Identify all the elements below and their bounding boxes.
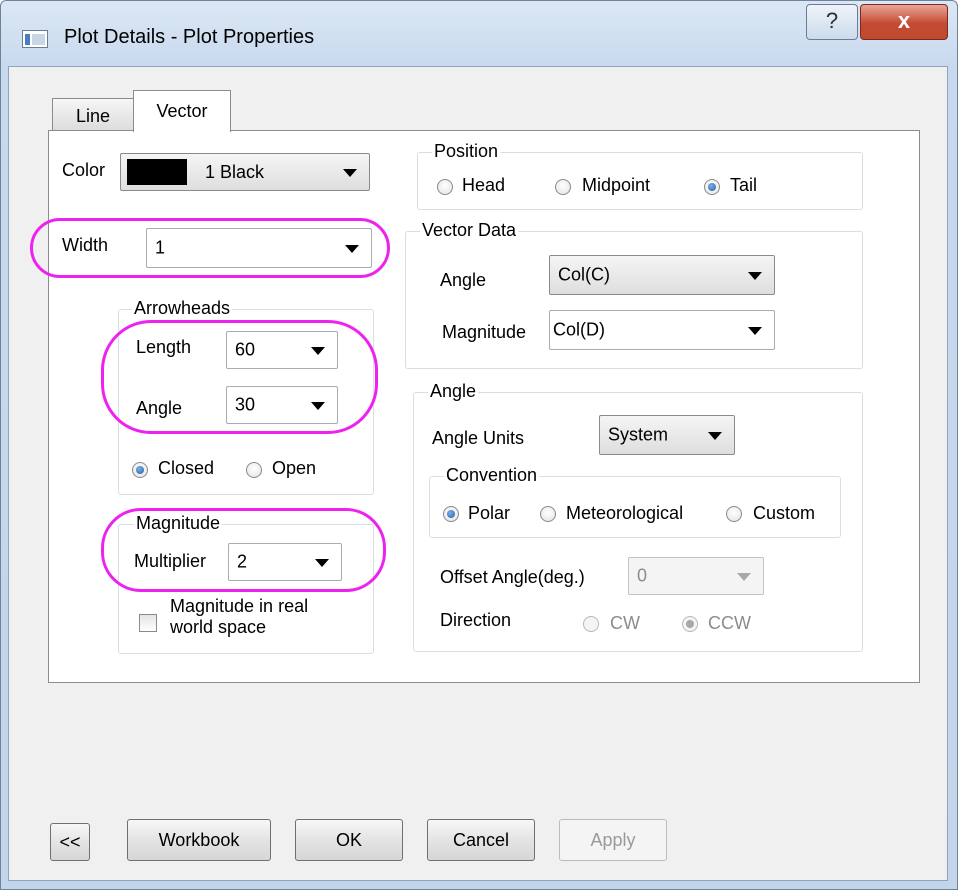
tab-vector[interactable]: Vector: [133, 90, 231, 132]
chevron-down-icon: [748, 327, 762, 335]
convention-title: Convention: [444, 465, 540, 486]
cancel-button[interactable]: Cancel: [427, 819, 535, 861]
apply-button[interactable]: Apply: [559, 819, 667, 861]
vector-data-title: Vector Data: [420, 220, 519, 241]
open-radio-label: Open: [272, 458, 317, 478]
polar-radio-label: Polar: [468, 503, 511, 523]
meteorological-radio-label: Meteorological: [566, 503, 684, 523]
vector-angle-label: Angle: [440, 270, 487, 290]
offset-angle-value: 0: [637, 565, 648, 586]
realworld-line2: world space: [170, 617, 267, 637]
angle-units-value: System: [608, 424, 669, 445]
color-value: 1 Black: [205, 162, 265, 182]
collapse-button[interactable]: <<: [50, 823, 90, 861]
magnitude-real-world-label: Magnitude in real world space: [170, 596, 308, 638]
chevron-down-icon: [343, 169, 357, 177]
color-swatch: [127, 159, 187, 185]
cw-radio[interactable]: [583, 616, 599, 632]
workbook-button[interactable]: Workbook: [127, 819, 271, 861]
chevron-down-icon: [708, 432, 722, 440]
close-button[interactable]: x: [860, 4, 948, 40]
arrowheads-title: Arrowheads: [132, 298, 233, 319]
vector-magnitude-value: Col(D): [553, 319, 605, 340]
chevron-down-icon: [748, 272, 762, 280]
ccw-radio-label: CCW: [708, 613, 751, 633]
color-dropdown[interactable]: 1 Black: [120, 153, 370, 191]
realworld-line1: Magnitude in real: [170, 596, 309, 616]
custom-radio[interactable]: [726, 506, 742, 522]
tab-line[interactable]: Line: [52, 98, 134, 131]
help-button[interactable]: ?: [806, 4, 858, 40]
head-radio[interactable]: [437, 179, 453, 195]
ok-button[interactable]: OK: [295, 819, 403, 861]
midpoint-radio-label: Midpoint: [582, 175, 651, 195]
highlight-width: [30, 218, 390, 278]
angle-units-label: Angle Units: [432, 428, 525, 448]
vector-angle-value: Col(C): [558, 264, 610, 285]
chevron-down-icon: [737, 573, 751, 581]
head-radio-label: Head: [462, 175, 506, 195]
direction-label: Direction: [440, 610, 512, 630]
offset-angle-dropdown[interactable]: 0: [628, 557, 764, 595]
polar-radio[interactable]: [443, 506, 459, 522]
closed-radio[interactable]: [132, 462, 148, 478]
vector-magnitude-dropdown[interactable]: Col(D): [549, 310, 775, 350]
highlight-magnitude: [101, 508, 386, 592]
open-radio[interactable]: [246, 462, 262, 478]
vector-magnitude-label: Magnitude: [442, 322, 527, 342]
app-icon: [22, 30, 48, 48]
position-title: Position: [432, 141, 501, 162]
meteorological-radio[interactable]: [540, 506, 556, 522]
closed-radio-label: Closed: [158, 458, 215, 478]
window-title: Plot Details - Plot Properties: [64, 26, 315, 48]
offset-angle-label: Offset Angle(deg.): [440, 567, 585, 587]
ccw-radio[interactable]: [682, 616, 698, 632]
magnitude-real-world-checkbox[interactable]: [139, 614, 157, 632]
cw-radio-label: CW: [610, 613, 640, 633]
tail-radio-label: Tail: [730, 175, 758, 195]
vector-angle-dropdown[interactable]: Col(C): [549, 255, 775, 295]
angle-units-dropdown[interactable]: System: [599, 415, 735, 455]
custom-radio-label: Custom: [753, 503, 816, 523]
angle-title: Angle: [428, 381, 479, 402]
highlight-arrowheads: [101, 320, 378, 434]
midpoint-radio[interactable]: [555, 179, 571, 195]
color-label: Color: [62, 160, 106, 180]
tail-radio[interactable]: [704, 179, 720, 195]
